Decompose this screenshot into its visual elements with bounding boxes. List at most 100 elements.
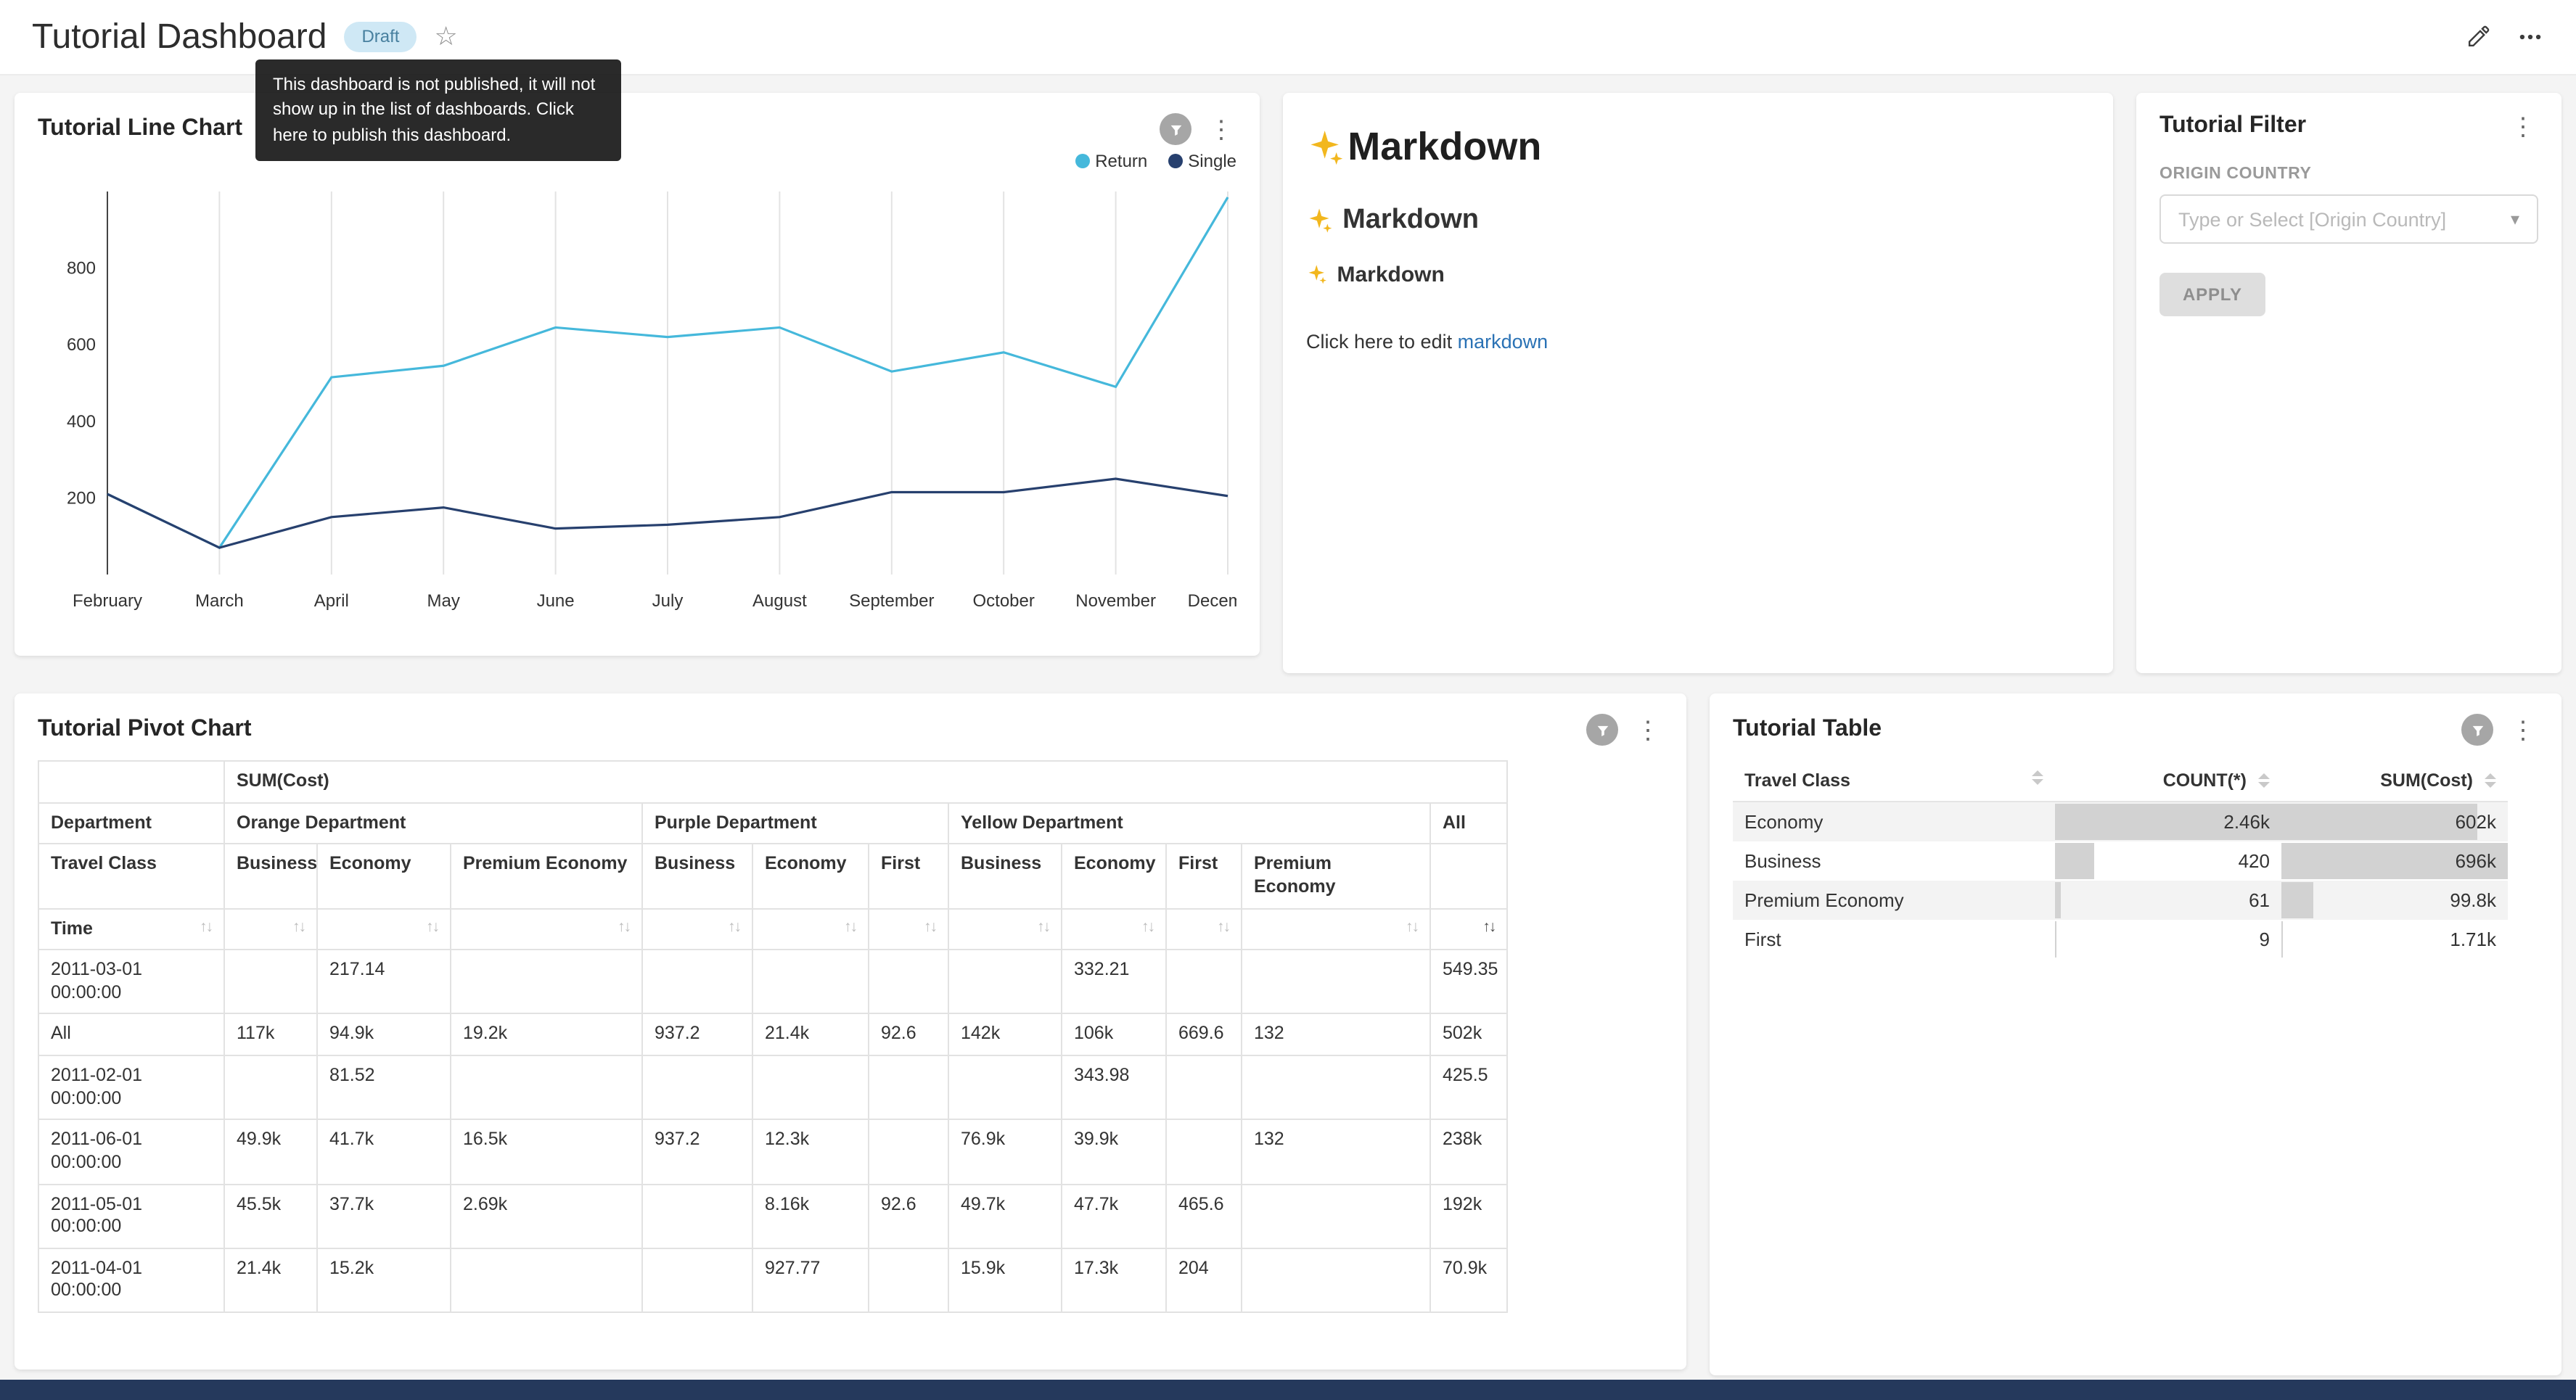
card-markdown: Markdown Markdown Markdown Click here to… <box>1283 93 2113 673</box>
legend-item-single[interactable]: Single <box>1168 151 1236 171</box>
x-axis-label: July <box>652 591 684 611</box>
pivot-value-cell: 117k <box>224 1014 317 1055</box>
more-options-icon[interactable] <box>2516 23 2544 51</box>
pivot-value-cell <box>869 1055 948 1120</box>
column-header-sum-cost[interactable]: SUM(Cost) <box>2281 760 2508 802</box>
applied-filter-icon[interactable] <box>1160 113 1191 145</box>
y-axis-label: 600 <box>67 335 96 355</box>
pivot-value-cell <box>869 950 948 1014</box>
kebab-menu-icon[interactable]: ⋮ <box>1633 717 1663 742</box>
count-cell: 9 <box>2055 920 2281 959</box>
markdown-paragraph: Click here to edit markdown <box>1306 331 2090 353</box>
markdown-edit-link[interactable]: markdown <box>1458 331 1549 353</box>
applied-filter-icon[interactable] <box>2461 714 2493 746</box>
x-axis-label: March <box>195 591 244 611</box>
sort-icon[interactable]: ↑↓ <box>1141 918 1154 936</box>
pivot-col-axis-label: Travel Class <box>38 844 224 909</box>
pivot-class-header[interactable]: Business <box>948 844 1062 909</box>
pivot-class-header[interactable]: Economy <box>1062 844 1166 909</box>
kebab-menu-icon[interactable]: ⋮ <box>2508 717 2538 742</box>
pivot-corner-cell <box>38 761 224 802</box>
cell-value: 99.8k <box>2281 881 2508 920</box>
markdown-h1-text: Markdown <box>1348 125 1541 170</box>
pivot-group-header[interactable]: Yellow Department <box>948 802 1430 844</box>
pivot-value-cell <box>869 1248 948 1313</box>
pivot-value-cell: 204 <box>1166 1248 1242 1313</box>
applied-filter-icon[interactable] <box>1586 714 1618 746</box>
pivot-value-cell: 549.35 <box>1430 950 1507 1014</box>
pivot-value-cell: 192k <box>1430 1184 1507 1248</box>
pivot-class-header[interactable]: Economy <box>317 844 451 909</box>
pivot-value-cell: 94.9k <box>317 1014 451 1055</box>
sort-icon[interactable]: ↑↓ <box>1217 918 1229 936</box>
chevron-down-icon: ▾ <box>2511 209 2519 229</box>
markdown-h3-text: Markdown <box>1337 263 1445 287</box>
legend-item-return[interactable]: Return <box>1075 151 1147 171</box>
pivot-sort-cell: ↑↓ <box>1430 908 1507 950</box>
pivot-class-header[interactable] <box>1430 844 1507 909</box>
sum-cost-cell: 696k <box>2281 841 2508 881</box>
pivot-group-header[interactable]: Purple Department <box>642 802 948 844</box>
sort-icon[interactable]: ↑↓ <box>200 918 212 936</box>
chart-legend: Return Single <box>38 151 1236 171</box>
publish-tooltip[interactable]: This dashboard is not published, it will… <box>255 59 621 161</box>
count-cell: 61 <box>2055 881 2281 920</box>
pivot-row-header: 2011-03-01 00:00:00 <box>38 950 224 1014</box>
sort-icon[interactable]: ↑↓ <box>426 918 438 936</box>
pivot-table: SUM(Cost)DepartmentOrange DepartmentPurp… <box>38 760 1508 1313</box>
cell-value: 420 <box>2055 841 2281 881</box>
pivot-value-cell: 927.77 <box>752 1248 869 1313</box>
pivot-value-cell: 39.9k <box>1062 1120 1166 1185</box>
sum-cost-cell: 602k <box>2281 802 2508 841</box>
pivot-value-cell: 49.7k <box>948 1184 1062 1248</box>
x-axis-label: October <box>973 591 1035 611</box>
pivot-class-header[interactable]: Premium Economy <box>1242 844 1430 909</box>
pivot-group-header[interactable]: All <box>1430 802 1507 844</box>
sort-icon[interactable]: ↑↓ <box>924 918 936 936</box>
pivot-class-header[interactable]: First <box>869 844 948 909</box>
pivot-group-header[interactable]: Orange Department <box>224 802 642 844</box>
pivot-value-cell: 132 <box>1242 1014 1430 1055</box>
pivot-sort-cell: ↑↓ <box>317 908 451 950</box>
sort-icon[interactable]: ↑↓ <box>1037 918 1049 936</box>
sort-icon[interactable]: ↑↓ <box>844 918 856 936</box>
y-axis-label: 200 <box>67 488 96 508</box>
pivot-row-header: 2011-04-01 00:00:00 <box>38 1248 224 1313</box>
origin-country-select[interactable]: Type or Select [Origin Country] ▾ <box>2159 194 2538 244</box>
pivot-value-cell: 238k <box>1430 1120 1507 1185</box>
sort-icon[interactable]: ↑↓ <box>618 918 630 936</box>
pivot-row: 2011-06-01 00:00:0049.9k41.7k16.5k937.21… <box>38 1120 1507 1185</box>
pivot-value-cell: 70.9k <box>1430 1248 1507 1313</box>
favorite-star-icon[interactable]: ☆ <box>434 22 457 52</box>
pivot-value-cell: 17.3k <box>1062 1248 1166 1313</box>
kebab-menu-icon[interactable]: ⋮ <box>1206 117 1236 141</box>
sparkles-icon <box>1306 207 1332 234</box>
kebab-menu-icon[interactable]: ⋮ <box>2508 114 2538 139</box>
draft-badge[interactable]: Draft <box>344 21 417 52</box>
column-header-travel-class[interactable]: Travel Class <box>1733 760 2055 802</box>
sort-icon[interactable]: ↑↓ <box>728 918 740 936</box>
column-header-count[interactable]: COUNT(*) <box>2055 760 2281 802</box>
sort-icon <box>2032 770 2043 785</box>
pivot-value-cell <box>752 950 869 1014</box>
pivot-sort-cell: ↑↓ <box>948 908 1062 950</box>
edit-pencil-icon[interactable] <box>2466 25 2490 49</box>
x-axis-label: April <box>314 591 349 611</box>
apply-button[interactable]: APPLY <box>2159 273 2265 316</box>
sort-icon[interactable]: ↑↓ <box>1406 918 1418 936</box>
pivot-value-cell <box>1166 1055 1242 1120</box>
pivot-value-cell: 12.3k <box>752 1120 869 1185</box>
pivot-class-header[interactable]: Business <box>642 844 752 909</box>
sum-cost-cell: 99.8k <box>2281 881 2508 920</box>
cell-value: 1.71k <box>2281 920 2508 959</box>
sort-icon[interactable]: ↑↓ <box>292 918 305 936</box>
dashboard-page: Tutorial Dashboard Draft ☆ This dashboar… <box>0 0 2576 1400</box>
pivot-value-cell: 76.9k <box>948 1120 1062 1185</box>
pivot-class-header[interactable]: Premium Economy <box>451 844 642 909</box>
pivot-value-cell <box>224 950 317 1014</box>
sort-icon-active[interactable]: ↑↓ <box>1482 918 1495 936</box>
pivot-class-header[interactable]: First <box>1166 844 1242 909</box>
pivot-class-header[interactable]: Business <box>224 844 317 909</box>
pivot-class-header[interactable]: Economy <box>752 844 869 909</box>
pivot-value-cell: 81.52 <box>317 1055 451 1120</box>
